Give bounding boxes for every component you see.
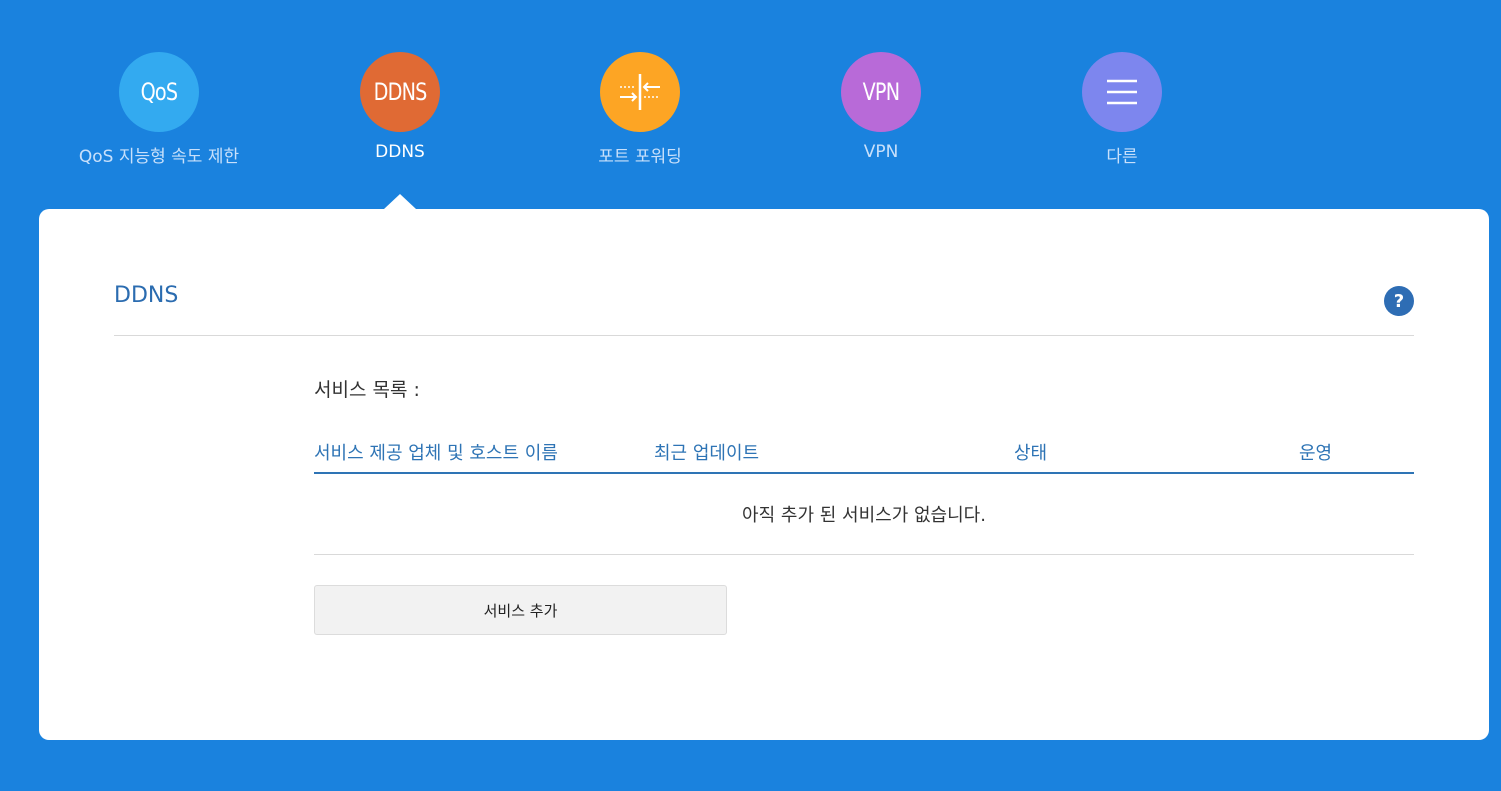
column-header-operation: 운영 (1299, 443, 1333, 464)
nav-item-ddns[interactable]: DDNS DDNS (300, 52, 500, 162)
menu-icon (1082, 52, 1162, 132)
nav-item-qos[interactable]: QoS QoS 지능형 속도 제한 (59, 52, 259, 167)
column-header-last-update: 최근 업데이트 (654, 443, 760, 464)
table-header: 서비스 제공 업체 및 호스트 이름 최근 업데이트 상태 운영 (314, 439, 1414, 474)
nav-label-qos: QoS 지능형 속도 제한 (78, 147, 240, 167)
nav-item-port-forwarding[interactable]: 포트 포워딩 (540, 52, 740, 167)
add-service-button[interactable]: 서비스 추가 (314, 585, 727, 635)
column-header-status: 상태 (1014, 443, 1048, 464)
nav-item-other[interactable]: 다른 (1022, 52, 1222, 167)
help-icon[interactable]: ? (1384, 286, 1414, 316)
active-tab-pointer (384, 194, 416, 209)
column-header-provider: 서비스 제공 업체 및 호스트 이름 (314, 443, 558, 464)
nav-label-port-forwarding: 포트 포워딩 (598, 147, 682, 167)
service-list-label: 서비스 목록 : (314, 379, 420, 401)
table-empty-row: 아직 추가 된 서비스가 없습니다. (314, 474, 1414, 555)
ddns-panel: DDNS ? 서비스 목록 : 서비스 제공 업체 및 호스트 이름 최근 업데… (39, 209, 1489, 740)
port-forwarding-icon (600, 52, 680, 132)
top-navigation: QoS QoS 지능형 속도 제한 DDNS DDNS 포트 포워딩 VPN V… (0, 0, 1501, 210)
empty-message: 아직 추가 된 서비스가 없습니다. (742, 505, 986, 526)
nav-item-vpn[interactable]: VPN VPN (781, 52, 981, 162)
nav-label-vpn: VPN (863, 142, 899, 162)
title-divider (114, 335, 1414, 336)
vpn-icon: VPN (841, 52, 921, 132)
nav-label-other: 다른 (1106, 147, 1138, 167)
page-title: DDNS (114, 283, 179, 308)
ddns-icon: DDNS (360, 52, 440, 132)
qos-icon: QoS (119, 52, 199, 132)
nav-label-ddns: DDNS (375, 142, 425, 162)
